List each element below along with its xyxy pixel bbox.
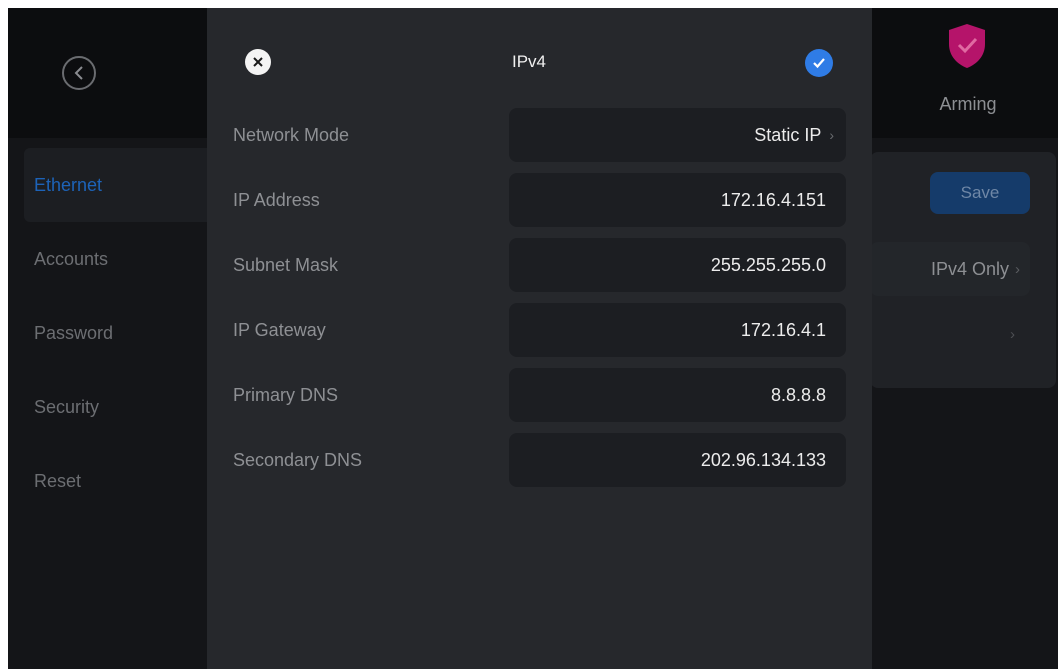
chevron-right-icon: › [1015,260,1020,278]
network-mode-value: Static IP [754,124,822,145]
secondary-dns-field[interactable]: 202.96.134.133 [509,433,846,487]
sidebar-item-password[interactable]: Password [24,296,224,370]
primary-dns-row: Primary DNS 8.8.8.8 [207,368,872,433]
ip-gateway-field[interactable]: 172.16.4.1 [509,303,846,357]
check-icon [813,58,825,69]
sidebar-item-security[interactable]: Security [24,370,224,444]
network-mode-row: Network Mode Static IP › [207,108,872,173]
ip-gateway-row: IP Gateway 172.16.4.1 [207,303,872,368]
network-mode-label: Network Mode [233,125,350,145]
ipv4-settings-list: Network Mode Static IP › IP Address 172.… [207,108,872,498]
close-icon [253,57,263,67]
close-button[interactable] [245,49,271,75]
subnet-mask-label: Subnet Mask [233,255,339,275]
shield-check-icon[interactable] [946,22,988,70]
secondary-dns-row: Secondary DNS 202.96.134.133 [207,433,872,498]
network-mode-selector[interactable]: Static IP › [509,108,846,162]
sidebar-item-ethernet[interactable]: Ethernet [24,148,224,222]
chevron-right-icon[interactable]: › [1010,326,1015,343]
sidebar-item-reset[interactable]: Reset [24,444,224,518]
ip-address-label: IP Address [233,190,320,210]
arming-label: Arming [939,94,997,114]
chevron-left-icon [74,66,83,80]
dialog-title: IPv4 [512,52,547,71]
sidebar: Ethernet Accounts Password Security Rese… [24,148,224,518]
ip-mode-value: IPv4 Only [930,258,1009,279]
device-screen: Arming Ethernet Accounts Password Securi… [8,8,1058,669]
subnet-mask-row: Subnet Mask 255.255.255.0 [207,238,872,303]
ip-mode-selector[interactable]: IPv4 Only › [870,242,1030,296]
save-button[interactable]: Save [930,172,1030,214]
chevron-right-icon: › [829,127,834,143]
secondary-dns-label: Secondary DNS [233,450,363,470]
back-button[interactable] [62,56,96,90]
ip-gateway-label: IP Gateway [233,320,326,340]
subnet-mask-field[interactable]: 255.255.255.0 [509,238,846,292]
confirm-button[interactable] [805,49,833,77]
sidebar-item-accounts[interactable]: Accounts [24,222,224,296]
ip-address-row: IP Address 172.16.4.151 [207,173,872,238]
primary-dns-label: Primary DNS [233,385,339,405]
ip-address-field[interactable]: 172.16.4.151 [509,173,846,227]
primary-dns-field[interactable]: 8.8.8.8 [509,368,846,422]
ipv4-dialog: IPv4 Network Mode Static IP › IP Address… [207,8,872,669]
